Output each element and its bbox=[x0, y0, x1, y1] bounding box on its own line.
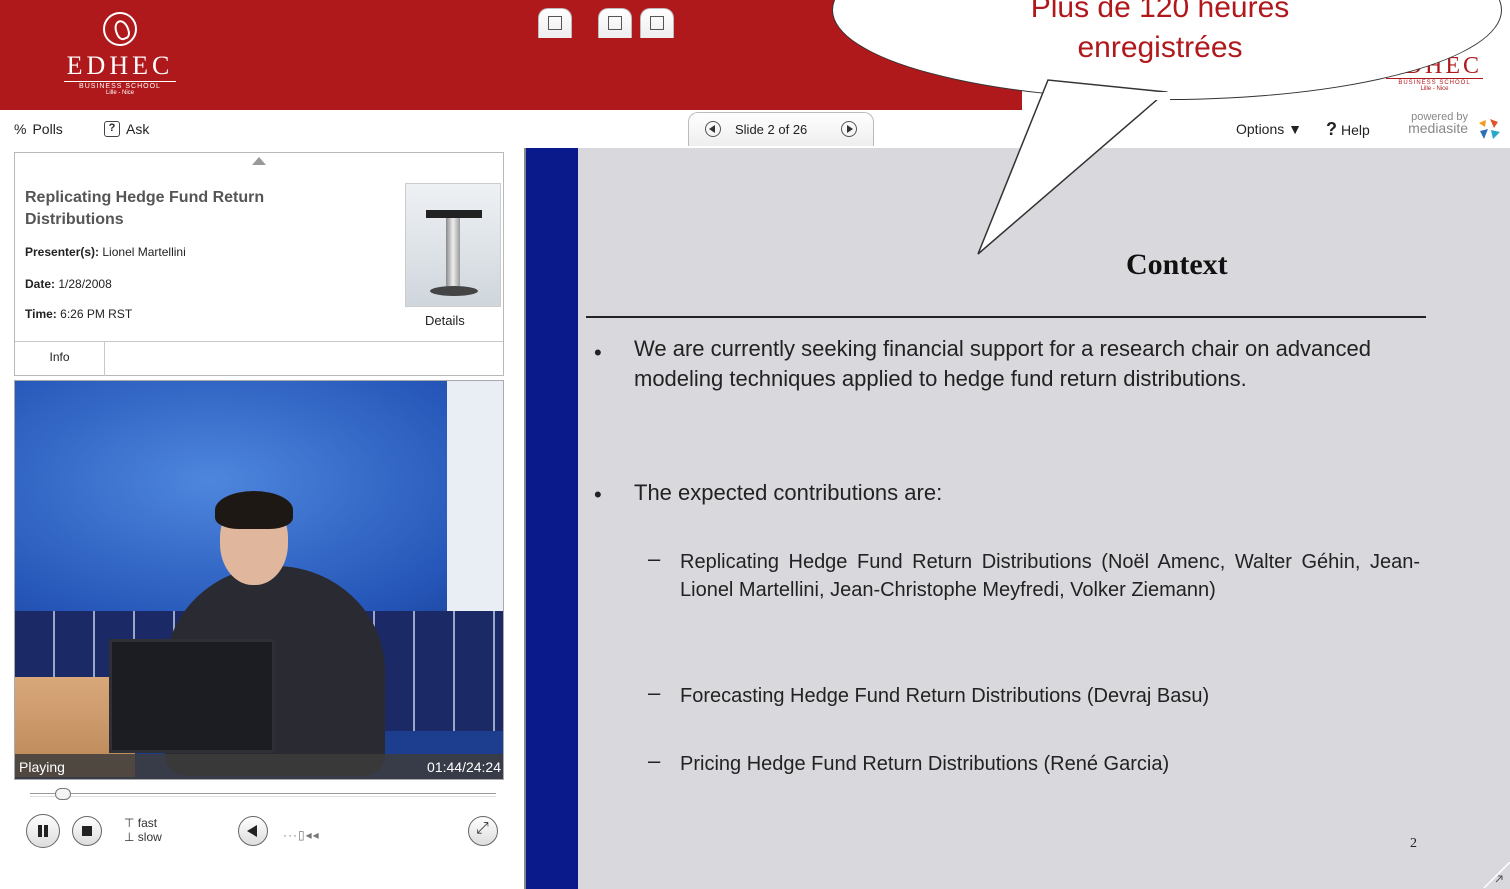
seek-bar[interactable] bbox=[30, 793, 496, 797]
resize-grip-icon[interactable] bbox=[1482, 862, 1510, 888]
grid-view-button[interactable] bbox=[598, 8, 632, 38]
fullscreen-button[interactable] bbox=[468, 816, 498, 846]
slide-sub-3: Pricing Hedge Fund Return Distributions … bbox=[680, 753, 1170, 775]
stop-button[interactable] bbox=[72, 816, 102, 846]
left-toolbar: % Polls ? Ask bbox=[0, 110, 520, 150]
prev-slide-icon[interactable] bbox=[705, 121, 721, 137]
slide-sub-2: Forecasting Hedge Fund Return Distributi… bbox=[680, 685, 1210, 707]
monitor bbox=[109, 639, 275, 753]
presenter-thumbnail[interactable] bbox=[405, 183, 501, 307]
playback-time: 01:44/24:24 bbox=[427, 759, 501, 775]
bullet-icon: • bbox=[594, 482, 602, 507]
collapse-caret-icon[interactable] bbox=[252, 157, 266, 165]
help-button[interactable]: ? Help bbox=[1326, 119, 1370, 140]
ask-button[interactable]: ? Ask bbox=[104, 121, 149, 137]
info-tab-bar: Info bbox=[15, 341, 503, 376]
slide-side-band bbox=[526, 148, 578, 889]
edhec-emblem-icon bbox=[103, 12, 137, 46]
mediasite-logo-icon bbox=[1479, 119, 1500, 139]
slide-bullet-2: The expected contributions are: bbox=[634, 480, 943, 505]
bullet-icon: • bbox=[594, 340, 602, 365]
slide-counter: Slide 2 of 26 bbox=[735, 122, 808, 137]
details-link[interactable]: Details bbox=[425, 313, 465, 328]
question-icon: ? bbox=[104, 121, 120, 137]
volume-slider[interactable]: ···▯◂◂ bbox=[283, 828, 320, 842]
speed-slider[interactable]: ⊤ fast ⊥ slow bbox=[124, 816, 162, 844]
percent-icon: % bbox=[14, 121, 27, 137]
podium-icon bbox=[426, 210, 482, 218]
slide-bullet-1: We are currently seeking financial suppo… bbox=[634, 336, 1371, 391]
time-row: Time: 6:26 PM RST bbox=[25, 307, 133, 321]
slide-divider bbox=[586, 316, 1426, 318]
tab-info[interactable]: Info bbox=[15, 342, 105, 376]
pause-button[interactable] bbox=[26, 814, 60, 848]
presentation-title: Replicating Hedge Fund Return Distributi… bbox=[25, 189, 265, 228]
video-status-bar: Playing 01:44/24:24 bbox=[15, 754, 503, 779]
mediasite-player: EDHEC BUSINESS SCHOOL Lille - Nice EDHEC… bbox=[0, 0, 1510, 889]
callout-text: Plus de 120 heures enregistrées bbox=[1030, 0, 1290, 64]
list-icon bbox=[650, 16, 664, 30]
playback-status: Playing bbox=[19, 759, 65, 775]
presentation-info-panel: Replicating Hedge Fund Return Distributi… bbox=[14, 152, 504, 376]
slide-sub-1: Replicating Hedge Fund Return Distributi… bbox=[680, 551, 1420, 601]
date-row: Date: 1/28/2008 bbox=[25, 277, 112, 291]
powered-by-mediasite: powered by mediasite bbox=[1408, 111, 1468, 136]
dash-icon: – bbox=[648, 546, 661, 571]
grid-icon bbox=[608, 16, 622, 30]
layout-view-button[interactable] bbox=[538, 8, 572, 38]
next-slide-icon[interactable] bbox=[841, 121, 857, 137]
options-menu[interactable]: Options ▼ bbox=[1236, 121, 1302, 137]
presenter-row: Presenter(s): Lionel Martellini bbox=[25, 245, 186, 259]
video-player[interactable]: Playing 01:44/24:24 bbox=[14, 380, 504, 780]
slide-view: Context • We are currently seeking finan… bbox=[524, 148, 1510, 889]
slide-page-number: 2 bbox=[1410, 836, 1417, 851]
polls-button[interactable]: % Polls bbox=[14, 121, 63, 137]
dash-icon: – bbox=[648, 748, 661, 773]
dash-icon: – bbox=[648, 680, 661, 705]
seek-handle[interactable] bbox=[55, 788, 72, 800]
list-view-button[interactable] bbox=[640, 8, 674, 38]
volume-button[interactable] bbox=[238, 816, 268, 846]
layout-icon bbox=[548, 16, 562, 30]
help-icon: ? bbox=[1326, 119, 1337, 139]
slide-title: Context bbox=[1126, 248, 1228, 281]
slide-navigator: Slide 2 of 26 bbox=[688, 112, 874, 146]
edhec-logo: EDHEC BUSINESS SCHOOL Lille - Nice bbox=[40, 12, 200, 96]
